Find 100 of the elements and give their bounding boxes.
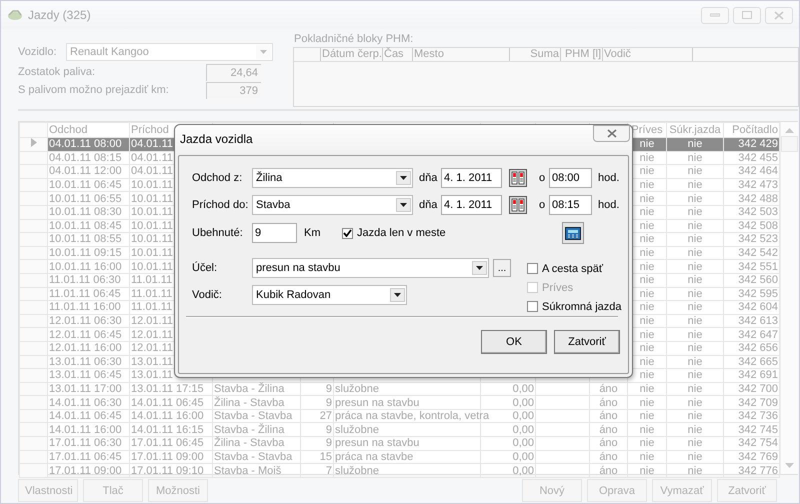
table-cell: 342 429 <box>738 138 778 150</box>
table-cell: áno <box>599 410 618 422</box>
table-cell: nie <box>688 206 702 218</box>
field-label: Odchod z: <box>192 172 244 184</box>
table-row[interactable]: 17.01.11 06:30 17.01.11 06:45 Žilina - Stavba 9 presun na stavbu 0,00 áno nie nie 342 754 <box>20 436 780 450</box>
table-cell: nie <box>688 396 702 409</box>
table-cell: 342 508 <box>738 220 778 232</box>
table-cell: 342 604 <box>738 301 778 314</box>
table-cell: 342 595 <box>738 288 778 300</box>
table-cell: 7 <box>326 464 332 477</box>
row-pointer-icon <box>30 138 36 148</box>
calculator-button[interactable] <box>562 222 584 244</box>
table-cell: nie <box>688 288 702 300</box>
table-cell: 0,00 <box>512 450 534 463</box>
purpose-dropdown[interactable]: presun na stavbu <box>252 258 489 278</box>
field-label: Zostatok paliva: <box>18 66 96 78</box>
table-cell: nie <box>688 165 702 178</box>
table-cell: nie <box>688 274 702 286</box>
table-cell: nie <box>688 192 702 205</box>
checkbox[interactable] <box>527 301 538 312</box>
table-cell: nie <box>688 220 702 232</box>
table-cell: Stavba - Stavba <box>214 450 292 463</box>
table-cell: nie <box>688 179 702 192</box>
table-cell: 14.01.11 06:45 <box>49 410 122 422</box>
table-row[interactable]: 14.01.11 06:30 14.01.11 06:45 Žilina - Stavba 9 presun na stavbu 0,00 áno nie nie 342 709 <box>20 396 780 410</box>
table-cell: nie <box>640 450 654 463</box>
dropdown-arrow-icon <box>400 176 407 180</box>
table-cell: 15 <box>320 450 332 463</box>
dialog-button[interactable]: Zatvoriť <box>554 330 620 354</box>
table-cell: nie <box>640 301 654 314</box>
maximize-icon <box>742 11 752 19</box>
field-label: Vozidlo: <box>18 46 58 58</box>
table-cell: 0,00 <box>512 424 534 436</box>
table-cell: 04.01.11 08:00 <box>49 138 122 150</box>
dropdown-arrow-icon <box>260 50 267 54</box>
table-cell: 12.01.11 06:45 <box>49 328 122 341</box>
place-dropdown[interactable]: Žilina <box>252 168 413 188</box>
close-button[interactable] <box>593 125 630 142</box>
table-cell: 14.01.11 16:00 <box>131 410 204 422</box>
table-cell: 12.01.11 16:00 <box>49 342 122 354</box>
table-cell: 17.01.11 09:00 <box>49 464 122 477</box>
table-cell: 04.01.11 <box>131 165 174 178</box>
table-cell: 10.01.11 06:45 <box>49 179 122 192</box>
table-cell: 10.01.11 09:15 <box>49 247 122 260</box>
table-cell: 10.01.11 <box>131 220 174 232</box>
checkbox[interactable] <box>527 263 538 274</box>
table-cell: 10.01.11 <box>131 247 174 260</box>
table-cell: 342 464 <box>738 165 778 178</box>
table-cell: 10.01.11 08:55 <box>49 233 122 246</box>
table-cell: 11.01.11 16:00 <box>49 301 121 314</box>
table-cell: Žilina - Stavba <box>214 396 284 409</box>
unit-label: hod. <box>598 172 620 184</box>
table-cell: áno <box>599 464 618 477</box>
table-cell: nie <box>688 437 702 450</box>
table-cell: 0,00 <box>512 464 534 477</box>
table-cell: nie <box>688 342 702 354</box>
dropdown-arrow-icon <box>476 266 483 270</box>
table-cell: nie <box>640 152 654 164</box>
field-label: S palivom možno prejazdiť km: <box>18 84 170 96</box>
table-cell: nie <box>688 138 702 150</box>
close-icon <box>774 10 784 20</box>
table-row[interactable]: 13.01.11 17:00 13.01.11 17:15 Stavba - Žilina 9 služobne 0,00 áno nie nie 342 700 <box>20 382 780 396</box>
table-cell: 17.01.11 06:30 <box>49 437 122 450</box>
table-row[interactable]: 17.01.11 06:45 17.01.11 09:00 Stavba - Stavba 15 práca na stavbe 0,00 áno nie nie 342 769 <box>20 450 780 464</box>
table-cell: 12.01.11 <box>131 342 174 354</box>
browse-button[interactable]: ... <box>493 259 511 277</box>
field-label: Účel: <box>192 262 218 274</box>
table-row[interactable]: 14.01.11 16:00 14.01.11 16:15 Stavba - Žilina 9 služobne 0,00 áno nie nie 342 745 <box>20 422 780 437</box>
field-label: dňa <box>419 199 438 211</box>
table-cell: nie <box>640 396 654 409</box>
table-cell: presun na stavbu <box>335 396 420 409</box>
date-field[interactable]: 4. 1. 2011 <box>441 168 502 188</box>
table-cell: 9 <box>326 424 332 436</box>
time-field[interactable]: 08:15 <box>549 195 592 215</box>
dialog-button[interactable]: OK <box>481 330 547 354</box>
table-cell: 04.01.11 <box>131 152 174 164</box>
column-header[interactable]: Odchod <box>48 122 130 138</box>
distance-field[interactable]: 9 <box>252 223 297 243</box>
checkbox[interactable] <box>342 228 353 238</box>
table-cell: 342 560 <box>738 274 778 286</box>
table-cell: nie <box>640 342 654 354</box>
table-cell: Stavba - Žilina <box>214 382 284 395</box>
date-field[interactable]: 4. 1. 2011 <box>441 195 502 215</box>
driver-dropdown[interactable]: Kubik Radovan <box>252 285 407 305</box>
dropdown-arrow-icon <box>400 203 407 207</box>
table-row[interactable]: 17.01.11 09:00 17.01.11 09:10 Stavba - Moiš 7 služobne 0,00 áno nie nie 342 776 <box>20 464 780 478</box>
calendar-button[interactable] <box>508 195 528 215</box>
column-header: Dátum čerp. <box>321 48 383 61</box>
table-cell: nie <box>640 274 654 286</box>
place-dropdown[interactable]: Stavba <box>252 195 413 215</box>
table-cell: 13.01.11 06:30 <box>49 356 122 368</box>
column-header: Suma <box>510 48 561 61</box>
table-cell: 342 455 <box>738 152 778 164</box>
scroll-thumb[interactable] <box>781 136 798 152</box>
table-cell: 17.01.11 09:10 <box>131 464 204 477</box>
table-row[interactable]: 14.01.11 06:45 14.01.11 16:00 Stavba - Stavba 27 práca na stavbe, kontrola, vetra 0,00 áno nie nie 342 736 <box>20 409 780 423</box>
time-field[interactable]: 08:00 <box>549 168 592 188</box>
table-cell: nie <box>688 356 702 368</box>
table-cell: 13.01.11 <box>131 356 174 368</box>
calendar-button[interactable] <box>508 168 528 188</box>
